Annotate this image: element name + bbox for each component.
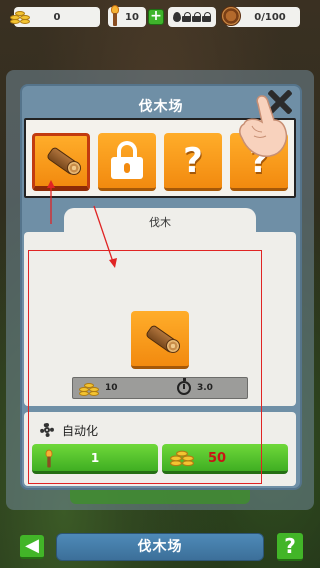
- pointing-hand-icon: [239, 95, 288, 157]
- building-title-button[interactable]: 伐木场: [56, 533, 264, 561]
- help-button[interactable]: ?: [277, 533, 303, 561]
- back-button[interactable]: ◀: [20, 535, 44, 559]
- tutorial-arrows: [47, 180, 117, 268]
